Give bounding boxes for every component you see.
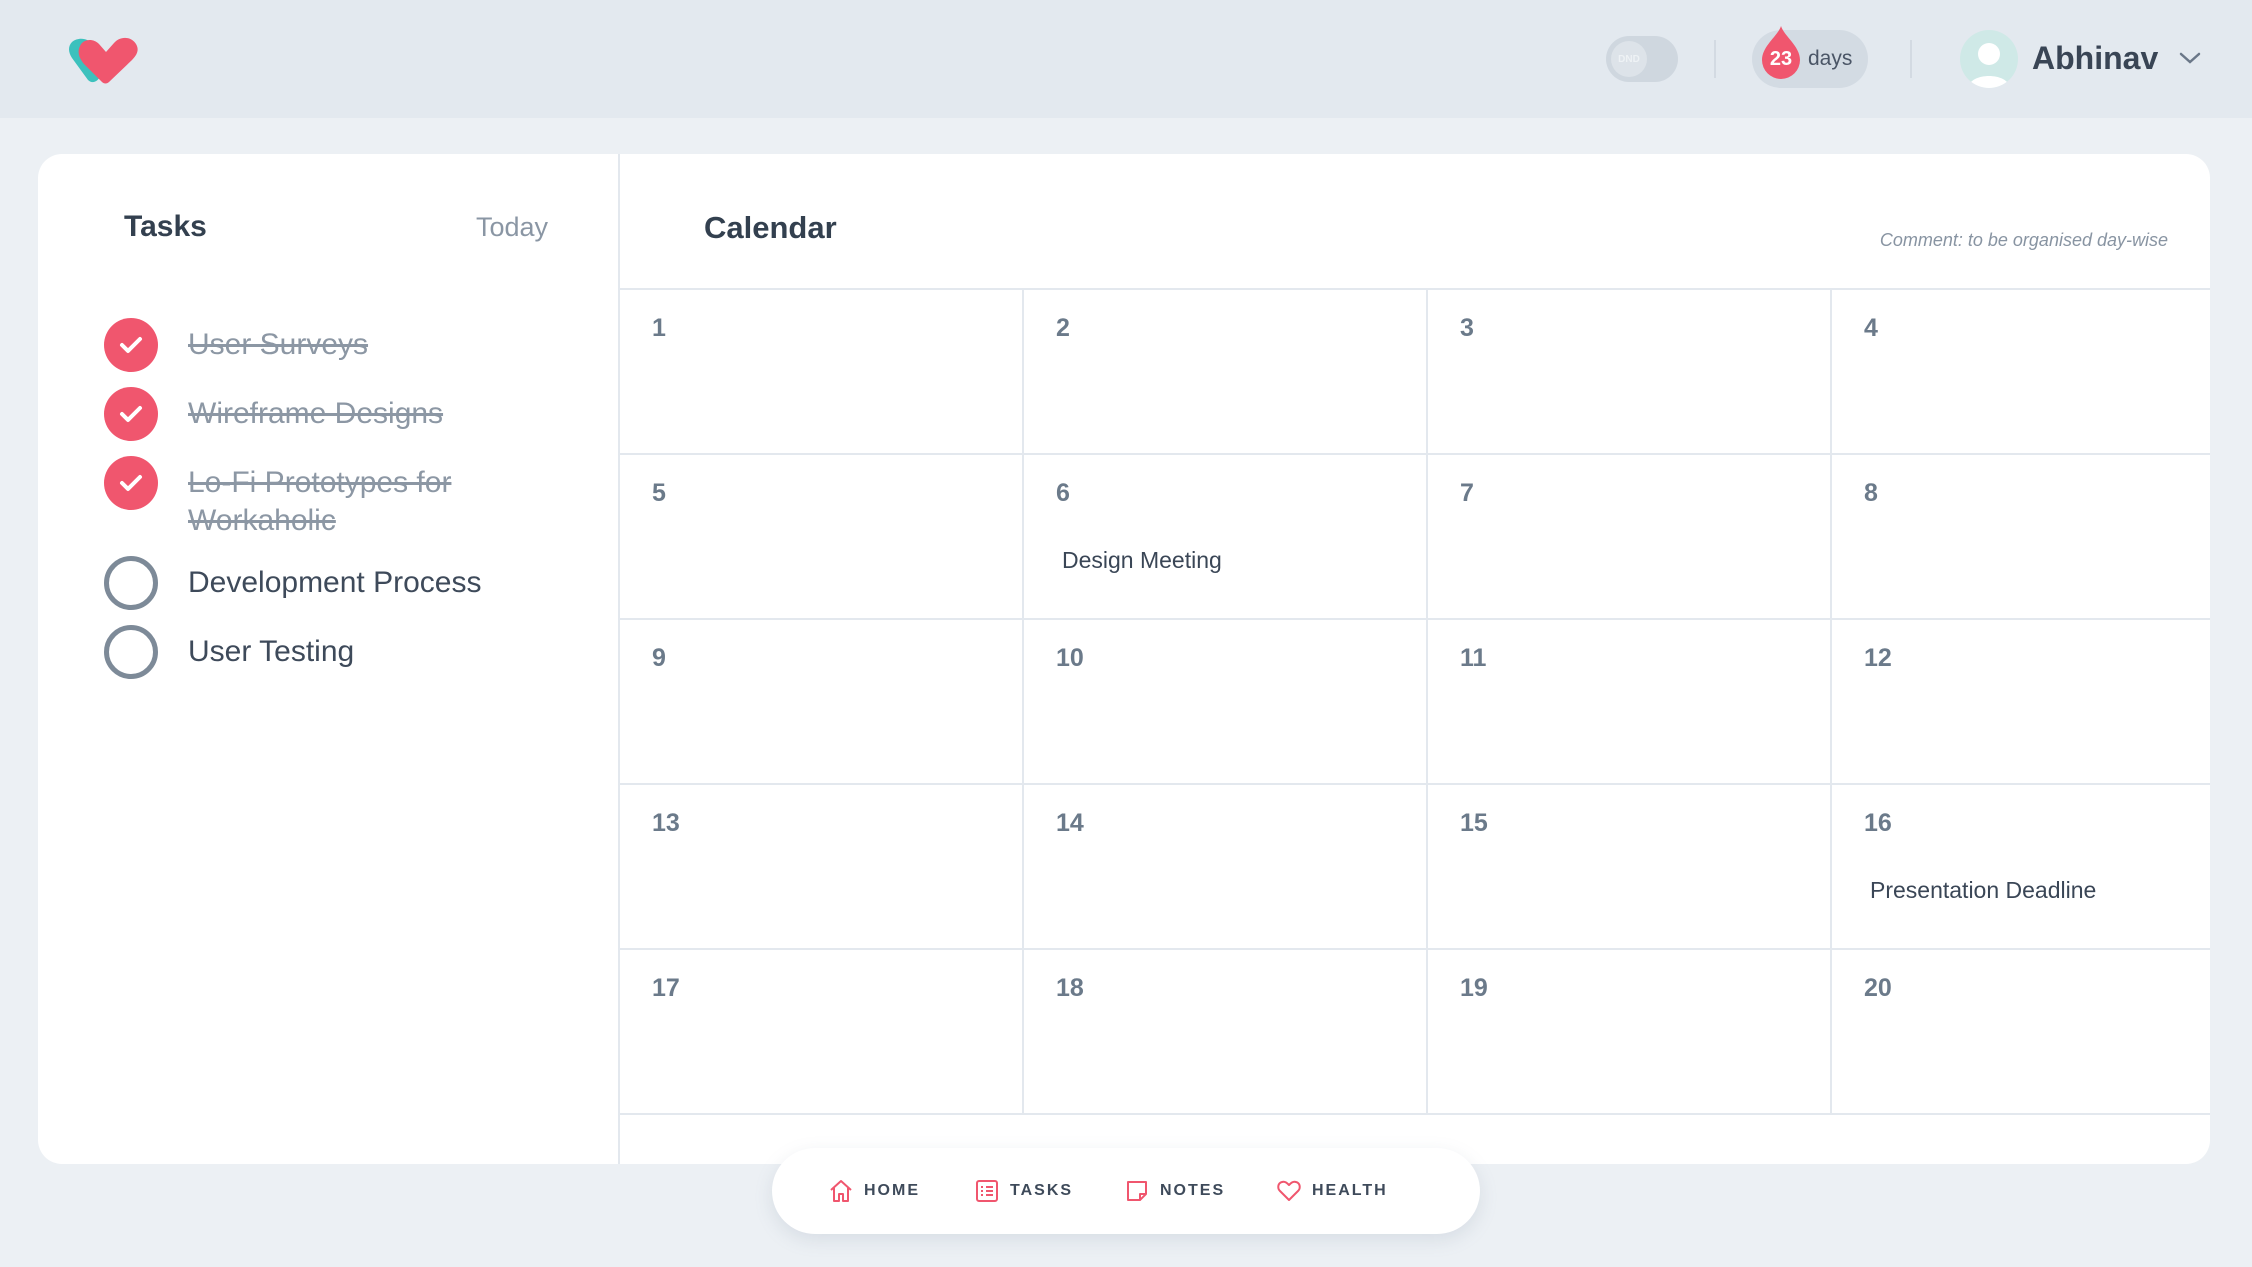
calendar-day-cell[interactable]: 11 [1428, 620, 1832, 785]
calendar-day-cell[interactable]: 6 Design Meeting [1024, 455, 1428, 620]
calendar-day-cell[interactable]: 2 [1024, 290, 1428, 455]
calendar-day-cell[interactable]: 7 [1428, 455, 1832, 620]
list-icon [976, 1180, 998, 1202]
calendar-day-cell[interactable]: 20 [1832, 950, 2210, 1115]
calendar-day-number: 18 [1056, 974, 1084, 1002]
calendar-day-number: 9 [652, 644, 666, 672]
calendar-day-number: 17 [652, 974, 680, 1002]
calendar-day-number: 11 [1460, 644, 1487, 672]
calendar-day-cell[interactable]: 4 [1832, 290, 2210, 455]
nav-label: HEALTH [1312, 1182, 1388, 1199]
user-icon [1968, 43, 2010, 88]
header-divider [1714, 40, 1716, 78]
calendar-event[interactable]: Presentation Deadline [1870, 877, 2096, 904]
calendar-title: Calendar [704, 210, 837, 245]
task-label: Lo-Fi Prototypes for Workaholic [188, 466, 452, 537]
task-label: Wireframe Designs [188, 397, 444, 430]
task-item[interactable]: Lo-Fi Prototypes for Workaholic [104, 456, 508, 540]
calendar-day-cell[interactable]: 8 [1832, 455, 2210, 620]
calendar-day-cell[interactable]: 18 [1024, 950, 1428, 1115]
note-icon [1127, 1181, 1147, 1201]
calendar-day-cell[interactable]: 3 [1428, 290, 1832, 455]
task-label: User Surveys [188, 328, 369, 361]
calendar-day-number: 20 [1864, 974, 1892, 1002]
calendar-day-cell[interactable]: 17 [620, 950, 1024, 1115]
task-checkbox-unchecked[interactable] [104, 556, 158, 610]
tasks-panel: Tasks Today User Surveys Wireframe Desig… [38, 154, 620, 1164]
task-checkbox-unchecked[interactable] [104, 625, 158, 679]
calendar-day-number: 16 [1864, 809, 1892, 837]
calendar-day-cell[interactable]: 16 Presentation Deadline [1832, 785, 2210, 950]
calendar-day-number: 10 [1056, 644, 1084, 672]
task-item[interactable]: Development Process [104, 556, 508, 610]
calendar-day-cell[interactable]: 13 [620, 785, 1024, 950]
tasks-filter-today[interactable]: Today [476, 212, 548, 243]
task-item[interactable]: User Surveys [104, 318, 508, 372]
check-icon [120, 337, 142, 353]
nav-health[interactable]: HEALTH [1276, 1178, 1388, 1204]
home-icon [830, 1180, 852, 1202]
task-label: User Testing [188, 635, 355, 668]
tasks-title: Tasks [124, 210, 207, 243]
calendar-day-cell[interactable]: 15 [1428, 785, 1832, 950]
calendar-day-number: 19 [1460, 974, 1488, 1002]
calendar-day-cell[interactable]: 1 [620, 290, 1024, 455]
main-card: Tasks Today User Surveys Wireframe Desig… [38, 154, 2210, 1164]
calendar-grid: 1 2 3 4 5 6 Design Meeting 7 8 9 10 11 12 13 14 15 16 Pre… [620, 288, 2210, 1115]
nav-notes[interactable]: NOTES [1124, 1178, 1225, 1204]
nav-label: TASKS [1010, 1182, 1074, 1199]
streak-label: days [1808, 47, 1853, 70]
calendar-day-number: 12 [1864, 644, 1892, 672]
calendar-day-cell[interactable]: 14 [1024, 785, 1428, 950]
calendar-day-number: 1 [652, 314, 666, 342]
calendar-day-number: 7 [1460, 479, 1474, 507]
calendar-day-cell[interactable]: 10 [1024, 620, 1428, 785]
calendar-day-cell[interactable]: 12 [1832, 620, 2210, 785]
streak-count: 23 [1769, 48, 1793, 70]
dnd-toggle[interactable]: DND [1606, 36, 1678, 82]
user-name[interactable]: Abhinav [2032, 40, 2158, 77]
nav-home[interactable]: HOME [828, 1178, 920, 1204]
heart-icon [1277, 1180, 1301, 1201]
calendar-event[interactable]: Design Meeting [1062, 547, 1222, 574]
calendar-day-number: 15 [1460, 809, 1488, 837]
calendar-day-number: 6 [1056, 479, 1070, 507]
header-divider [1910, 40, 1912, 78]
calendar-day-number: 8 [1864, 479, 1878, 507]
calendar-day-number: 2 [1056, 314, 1070, 342]
check-icon [120, 406, 142, 422]
task-checkbox-checked[interactable] [104, 318, 158, 372]
app-page: DND 23 days Abhinav Tasks Today User Sur… [0, 0, 2252, 1267]
task-checkbox-checked[interactable] [104, 456, 158, 510]
calendar-comment: Comment: to be organised day-wise [1879, 230, 2168, 250]
nav-label: NOTES [1160, 1182, 1226, 1199]
check-icon [120, 475, 142, 491]
calendar-day-cell[interactable]: 5 [620, 455, 1024, 620]
task-item[interactable]: User Testing [104, 625, 508, 679]
task-checkbox-checked[interactable] [104, 387, 158, 441]
dnd-knob: DND [1611, 41, 1647, 77]
top-header: DND 23 days Abhinav [0, 0, 2252, 118]
calendar-day-number: 13 [652, 809, 680, 837]
calendar-day-number: 4 [1864, 314, 1878, 342]
calendar-day-cell[interactable]: 19 [1428, 950, 1832, 1115]
calendar-day-cell[interactable]: 9 [620, 620, 1024, 785]
task-item[interactable]: Wireframe Designs [104, 387, 508, 441]
nav-label: HOME [864, 1182, 920, 1199]
app-logo[interactable] [66, 36, 142, 84]
chevron-down-icon[interactable] [2178, 50, 2202, 66]
bottom-nav: HOME TASKS NOTES HEALTH [772, 1148, 1480, 1234]
calendar-day-number: 3 [1460, 314, 1474, 342]
calendar-day-number: 5 [652, 479, 666, 507]
avatar[interactable] [1960, 30, 2018, 88]
calendar-day-number: 14 [1056, 809, 1084, 837]
task-label: Development Process [188, 566, 482, 599]
streak-badge[interactable]: 23 days [1752, 26, 1868, 88]
nav-tasks[interactable]: TASKS [974, 1178, 1073, 1204]
